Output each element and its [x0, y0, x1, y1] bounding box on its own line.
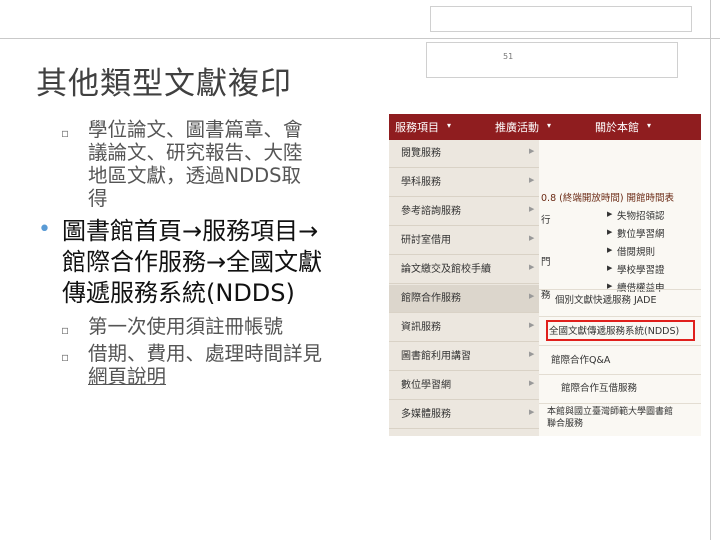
- arrow-right-icon: ▶: [529, 205, 535, 213]
- submenu-link[interactable]: 學校學習證: [617, 262, 665, 276]
- submenu-link[interactable]: 借閱規則: [617, 244, 655, 258]
- bullet-arrow-icon: ▶: [607, 246, 613, 254]
- arrow-right-icon: ▶: [529, 263, 535, 271]
- decor-box-lower: [426, 42, 678, 78]
- slide-body: ▫ 學位論文、圖書篇章、會 議論文、研究報告、大陸 地區文獻，透過NDDS取 得…: [30, 118, 375, 392]
- divider: [539, 374, 701, 375]
- nav-promotions[interactable]: 推廣活動: [495, 119, 539, 135]
- decor-line-right: [710, 0, 711, 540]
- submenu-link[interactable]: 失物招領認: [617, 208, 665, 222]
- arrow-right-icon: ▶: [529, 379, 535, 387]
- sub-bullet-2-text: 第一次使用須註冊帳號: [88, 315, 284, 338]
- hours-snippet: 0.8 (終端開放時間) 開館時間表: [541, 193, 675, 204]
- library-website-screenshot: 服務項目 ▾ 推廣活動 ▾ 關於本館 ▾ 閱覽服務 ▶ 學科服務 ▶ 參考諮詢服務 ▶…: [389, 114, 701, 436]
- top-nav-bar: 服務項目 ▾ 推廣活動 ▾ 關於本館 ▾: [389, 114, 701, 140]
- arrow-right-icon: ▶: [529, 321, 535, 329]
- decor-line-top: [0, 38, 720, 39]
- nav-services[interactable]: 服務項目: [395, 119, 439, 135]
- sidebar-item-instruction[interactable]: 圖書館利用講習 ▶: [389, 343, 539, 371]
- bullet-arrow-icon: ▶: [607, 210, 613, 218]
- ndds-highlight-box: [546, 320, 695, 341]
- sidebar-item-ill[interactable]: 館際合作服務 ▶: [389, 285, 539, 313]
- arrow-right-icon: ▶: [529, 176, 535, 184]
- nav-about[interactable]: 關於本館: [595, 119, 639, 135]
- bullet-arrow-icon: ▶: [607, 264, 613, 272]
- ill-service-link[interactable]: 館際合作互借服務: [561, 380, 637, 394]
- submenu-link[interactable]: 數位學習網: [617, 226, 665, 240]
- dot-bullet-icon: •: [38, 217, 51, 242]
- sidebar-item-elearning[interactable]: 數位學習網 ▶: [389, 372, 539, 400]
- chevron-down-icon: ▾: [647, 121, 652, 130]
- joint-service-line-2: 聯合服務: [547, 419, 584, 429]
- service-sidebar: 閱覽服務 ▶ 學科服務 ▶ 參考諮詢服務 ▶ 研討室借用 ▶ 論文繳交及館校手續 ▶ 館際…: [389, 140, 539, 436]
- sidebar-item-reference[interactable]: 參考諮詢服務 ▶: [389, 198, 539, 226]
- slide-title: 其他類型文獻複印: [36, 66, 292, 102]
- arrow-right-icon: ▶: [529, 292, 535, 300]
- arrow-right-icon: ▶: [529, 234, 535, 242]
- sub-bullet-1-line-2: 議論文、研究報告、大陸: [88, 141, 303, 164]
- sidebar-item-thesis[interactable]: 論文繳交及館校手續 ▶: [389, 256, 539, 284]
- divider: [539, 316, 701, 317]
- square-bullet-icon: ▫: [61, 126, 70, 140]
- sub-bullet-2: ▫ 第一次使用須註冊帳號: [30, 315, 375, 338]
- chevron-down-icon: ▾: [547, 121, 552, 130]
- divider: [539, 289, 701, 290]
- sub-bullet-1-line-1: 學位論文、圖書篇章、會: [88, 118, 303, 141]
- divider: [539, 345, 701, 346]
- partial-text: 門: [541, 257, 551, 268]
- main-bullet: • 圖書館首頁→服務項目→ 館際合作服務→全國文獻 傳遞服務系統(NDDS): [30, 216, 375, 309]
- main-bullet-line-1: 圖書館首頁→服務項目→: [62, 217, 319, 245]
- partial-text: 行: [541, 215, 551, 226]
- main-bullet-line-2: 館際合作服務→全國文獻: [62, 248, 323, 276]
- arrow-right-icon: ▶: [529, 408, 535, 416]
- divider: [539, 403, 701, 404]
- sub-bullet-3: ▫ 借期、費用、處理時間詳見 網頁說明: [30, 342, 375, 388]
- page-number: 51: [503, 52, 514, 61]
- sidebar-item-reading[interactable]: 閱覽服務 ▶: [389, 140, 539, 168]
- bullet-arrow-icon: ▶: [607, 228, 613, 236]
- square-bullet-icon: ▫: [61, 350, 70, 364]
- qa-link[interactable]: 館際合作Q&A: [551, 352, 610, 366]
- decor-box-upper: [430, 6, 692, 32]
- arrow-right-icon: ▶: [529, 350, 535, 358]
- sidebar-item-rooms[interactable]: 研討室借用 ▶: [389, 227, 539, 255]
- sidebar-item-subject[interactable]: 學科服務 ▶: [389, 169, 539, 197]
- arrow-right-icon: ▶: [529, 147, 535, 155]
- submenu-content: 0.8 (終端開放時間) 開館時間表 行 門 務 ▶ 失物招領認 ▶ 數位學習網…: [539, 140, 701, 436]
- ill-jade-link[interactable]: 個別文獻快遞服務 JADE: [555, 292, 656, 306]
- chevron-down-icon: ▾: [447, 121, 452, 130]
- sidebar-item-multimedia[interactable]: 多媒體服務 ▶: [389, 401, 539, 429]
- sub-bullet-1-line-3: 地區文獻，透過NDDS取: [88, 164, 301, 187]
- sub-bullet-1: ▫ 學位論文、圖書篇章、會 議論文、研究報告、大陸 地區文獻，透過NDDS取 得: [30, 118, 375, 210]
- sub-bullet-3-line-1: 借期、費用、處理時間詳見: [88, 342, 323, 365]
- sidebar-item-it[interactable]: 資訊服務 ▶: [389, 314, 539, 342]
- webpage-link[interactable]: 網頁說明: [88, 365, 375, 388]
- sub-bullet-1-line-4: 得: [88, 187, 108, 210]
- square-bullet-icon: ▫: [61, 323, 70, 337]
- main-bullet-line-3: 傳遞服務系統(NDDS): [62, 279, 295, 307]
